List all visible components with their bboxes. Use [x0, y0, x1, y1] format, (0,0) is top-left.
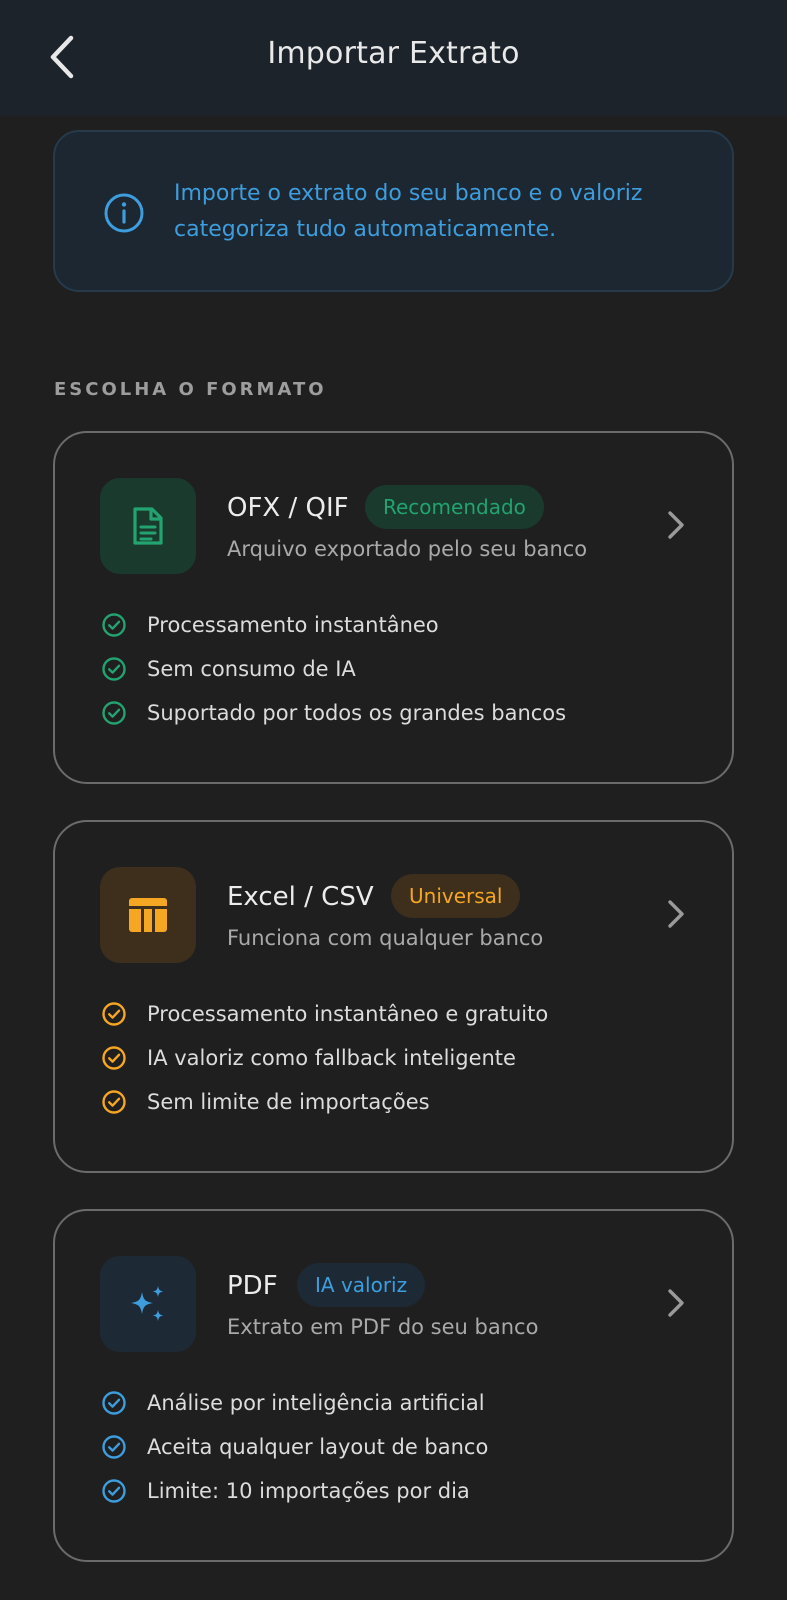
check-circle-icon: [102, 1046, 126, 1070]
section-title: ESCOLHA O FORMATO: [54, 379, 327, 400]
card-icon-box: [100, 478, 196, 574]
check-circle-icon: [102, 1002, 126, 1026]
list-item: Processamento instantâneo e gratuito: [101, 992, 548, 1036]
document-icon: [133, 507, 163, 545]
card-title: OFX / QIF: [227, 493, 349, 523]
list-item: Análise por inteligência artificial: [101, 1381, 488, 1425]
page-title: Importar Extrato: [267, 36, 520, 71]
check-circle-icon: [102, 1479, 126, 1503]
card-title: PDF: [227, 1271, 278, 1301]
feature-text: Sem limite de importações: [147, 1090, 430, 1114]
check-circle-icon: [102, 701, 126, 725]
check-circle-icon: [102, 1435, 126, 1459]
feature-list: Processamento instantâneo e gratuito IA …: [101, 992, 548, 1124]
list-item: IA valoriz como fallback inteligente: [101, 1036, 548, 1080]
feature-text: IA valoriz como fallback inteligente: [147, 1046, 516, 1070]
feature-text: Processamento instantâneo: [147, 613, 439, 637]
feature-text: Processamento instantâneo e gratuito: [147, 1002, 549, 1026]
check-circle-icon: [102, 657, 126, 681]
app-header: Importar Extrato: [0, 0, 787, 116]
feature-list: Análise por inteligência artificial Acei…: [101, 1381, 488, 1513]
card-icon-box: [100, 867, 196, 963]
sparkles-icon: [131, 1286, 164, 1321]
chevron-right-icon: [661, 1283, 691, 1323]
info-icon: [104, 193, 144, 233]
check-circle-icon: [102, 1391, 126, 1415]
list-item: Sem consumo de IA: [101, 647, 566, 691]
card-subtitle: Funciona com qualquer banco: [227, 926, 544, 950]
format-card-pdf[interactable]: PDF IA valoriz Extrato em PDF do seu ban…: [53, 1209, 734, 1562]
card-title: Excel / CSV: [227, 882, 374, 912]
feature-text: Aceita qualquer layout de banco: [147, 1435, 489, 1459]
format-card-ofx[interactable]: OFX / QIF Recomendado Arquivo exportado …: [53, 431, 734, 784]
card-icon-box: [100, 1256, 196, 1352]
list-item: Suportado por todos os grandes bancos: [101, 691, 566, 735]
card-subtitle: Arquivo exportado pelo seu banco: [227, 537, 588, 561]
list-item: Sem limite de importações: [101, 1080, 548, 1124]
list-item: Processamento instantâneo: [101, 603, 566, 647]
chevron-right-icon: [661, 894, 691, 934]
chevron-right-icon: [661, 505, 691, 545]
format-card-excel[interactable]: Excel / CSV Universal Funciona com qualq…: [53, 820, 734, 1173]
feature-text: Suportado por todos os grandes bancos: [147, 701, 567, 725]
badge-universal: Universal: [391, 874, 521, 918]
list-item: Aceita qualquer layout de banco: [101, 1425, 488, 1469]
check-circle-icon: [102, 613, 126, 637]
spreadsheet-icon: [129, 898, 167, 932]
check-circle-icon: [102, 1090, 126, 1114]
feature-text: Sem consumo de IA: [147, 657, 356, 681]
badge-recommended: Recomendado: [365, 485, 544, 529]
feature-text: Análise por inteligência artificial: [147, 1391, 485, 1415]
badge-ai: IA valoriz: [297, 1263, 426, 1307]
feature-text: Limite: 10 importações por dia: [147, 1479, 470, 1503]
feature-list: Processamento instantâneo Sem consumo de…: [101, 603, 566, 735]
info-banner: Importe o extrato do seu banco e o valor…: [53, 130, 734, 292]
list-item: Limite: 10 importações por dia: [101, 1469, 488, 1513]
card-subtitle: Extrato em PDF do seu banco: [227, 1315, 539, 1339]
info-text: Importe o extrato do seu banco e o valor…: [174, 181, 643, 242]
